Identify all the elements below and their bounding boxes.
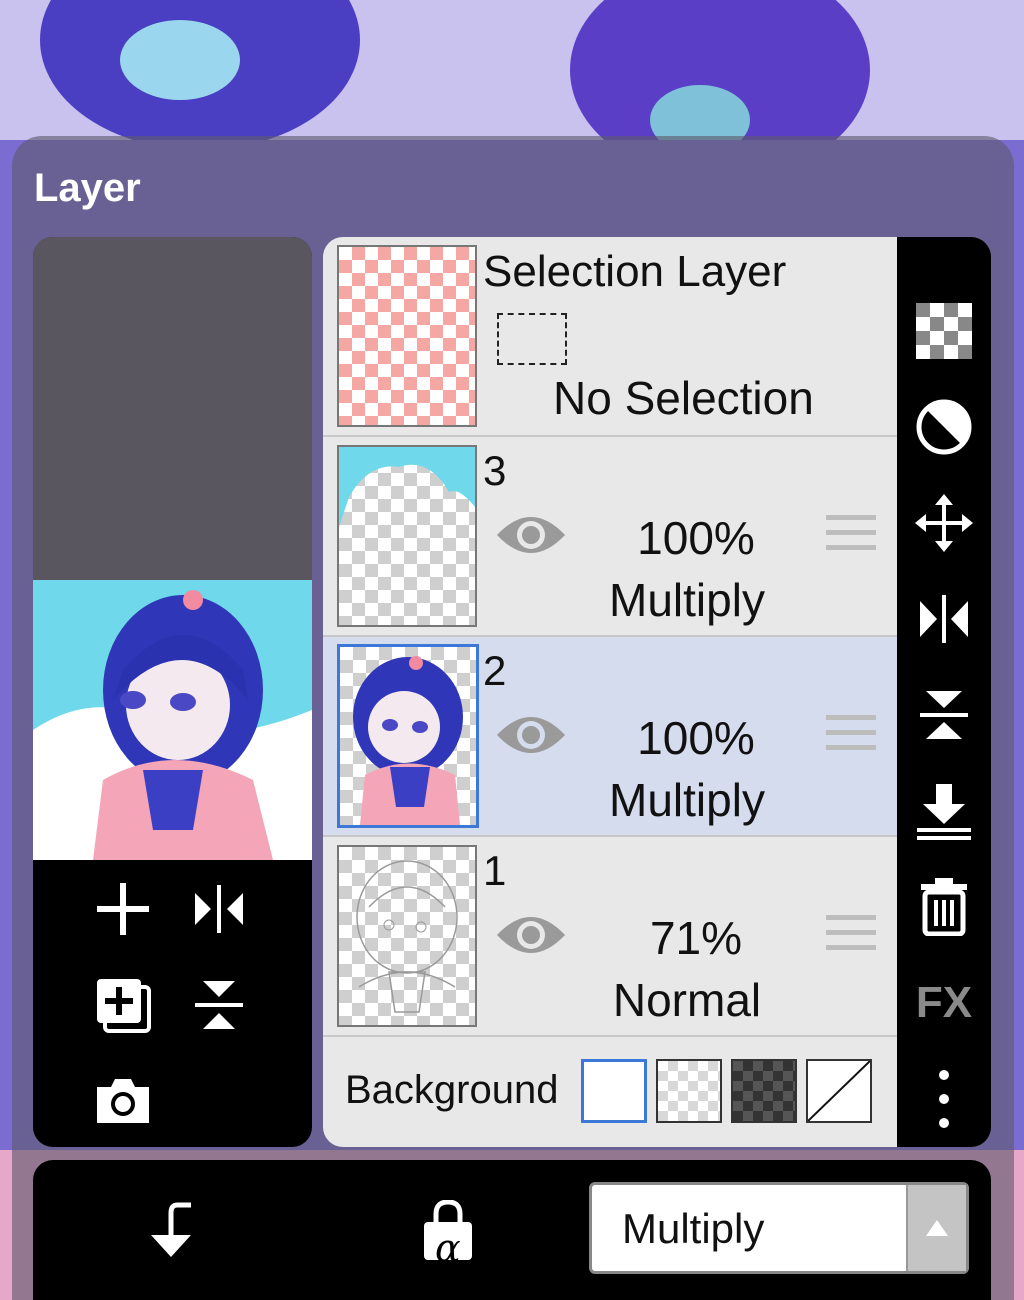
plus-icon xyxy=(97,883,149,935)
layer-list: Selection Layer No Selection 3 100% Mult… xyxy=(323,237,897,1147)
duplicate-layer-icon xyxy=(97,979,151,1033)
panel-title: Layer xyxy=(34,166,141,210)
layer-opacity-button[interactable] xyxy=(912,395,976,459)
flip-vertical-icon xyxy=(195,981,243,1029)
merge-down-button[interactable] xyxy=(912,779,976,843)
clipping-icon xyxy=(151,1202,191,1257)
layer-thumbnail xyxy=(337,845,477,1027)
selection-layer-row[interactable]: Selection Layer No Selection xyxy=(323,237,897,437)
layer-row[interactable]: 2 100% Multiply xyxy=(323,637,897,837)
selection-status: No Selection xyxy=(553,372,814,424)
dropdown-arrow-icon[interactable] xyxy=(906,1185,966,1271)
selection-marquee-icon xyxy=(497,313,567,365)
layer-toolbar: FX xyxy=(897,237,991,1147)
background-transparent-swatch[interactable] xyxy=(656,1059,722,1123)
move-icon xyxy=(915,494,973,552)
checkerboard-icon xyxy=(916,303,972,359)
layer-blend-mode[interactable]: Multiply xyxy=(583,773,791,827)
flip-layer-vertical-button[interactable] xyxy=(187,973,251,1037)
layer-thumbnail xyxy=(337,644,479,828)
layer-blend-mode[interactable]: Multiply xyxy=(583,573,791,627)
clipping-button[interactable] xyxy=(138,1196,208,1266)
add-layer-button[interactable] xyxy=(91,877,155,941)
background-none-swatch[interactable] xyxy=(806,1059,872,1123)
preview-empty-area xyxy=(33,237,312,580)
more-vert-icon xyxy=(939,1070,949,1128)
duplicate-layer-button[interactable] xyxy=(91,973,155,1037)
more-options-button[interactable] xyxy=(912,1067,976,1131)
flip-vertical-icon xyxy=(920,691,968,739)
move-layer-button[interactable] xyxy=(912,491,976,555)
selection-layer-thumbnail xyxy=(337,245,477,427)
alpha-glyph: α xyxy=(435,1226,461,1270)
layer-opacity[interactable]: 100% xyxy=(583,711,809,765)
flip-horizontal-icon xyxy=(195,885,243,933)
fx-button[interactable]: FX xyxy=(912,971,976,1035)
blend-mode-value: Multiply xyxy=(622,1205,765,1252)
trash-icon xyxy=(921,878,967,936)
selection-layer-title: Selection Layer xyxy=(483,247,787,296)
fx-icon: FX xyxy=(915,978,973,1027)
blend-mode-select[interactable]: Multiply xyxy=(589,1182,969,1274)
bottom-bar: α Multiply xyxy=(33,1160,991,1300)
eye-icon[interactable] xyxy=(495,911,567,959)
delete-layer-button[interactable] xyxy=(912,875,976,939)
flip-horizontal-icon xyxy=(920,595,968,643)
flip-layer-horizontal-button[interactable] xyxy=(187,877,251,941)
alpha-lock-button[interactable]: α xyxy=(413,1196,483,1270)
layer-row[interactable]: 3 100% Multiply xyxy=(323,437,897,637)
background-label: Background xyxy=(345,1068,559,1112)
merge-down-icon xyxy=(917,784,971,840)
canvas-preview-thumbnail[interactable] xyxy=(33,580,312,860)
layer-row[interactable]: 1 71% Normal xyxy=(323,837,897,1037)
layer-number: 2 xyxy=(483,647,507,694)
drag-handle-icon[interactable] xyxy=(826,915,876,957)
layer-number: 1 xyxy=(483,847,507,894)
background-white-swatch[interactable] xyxy=(581,1059,647,1123)
background-row: Background xyxy=(323,1037,897,1147)
none-slash-icon xyxy=(807,1060,871,1122)
layer-opacity[interactable]: 100% xyxy=(583,511,809,565)
canvas-preview-column xyxy=(33,237,312,1147)
camera-import-button[interactable] xyxy=(91,1069,155,1133)
background-dark-checker-swatch[interactable] xyxy=(731,1059,797,1123)
layer-opacity[interactable]: 71% xyxy=(583,911,809,965)
flip-horizontal-button[interactable] xyxy=(912,587,976,651)
drag-handle-icon[interactable] xyxy=(826,515,876,557)
layer-number: 3 xyxy=(483,447,507,494)
opacity-circle-icon xyxy=(916,399,972,455)
flip-vertical-button[interactable] xyxy=(912,683,976,747)
layer-blend-mode[interactable]: Normal xyxy=(583,973,791,1027)
drag-handle-icon[interactable] xyxy=(826,715,876,757)
camera-icon xyxy=(97,1079,149,1123)
transparency-button[interactable] xyxy=(912,299,976,363)
eye-icon[interactable] xyxy=(495,511,567,559)
eye-icon[interactable] xyxy=(495,711,567,759)
layer-thumbnail xyxy=(337,445,477,627)
